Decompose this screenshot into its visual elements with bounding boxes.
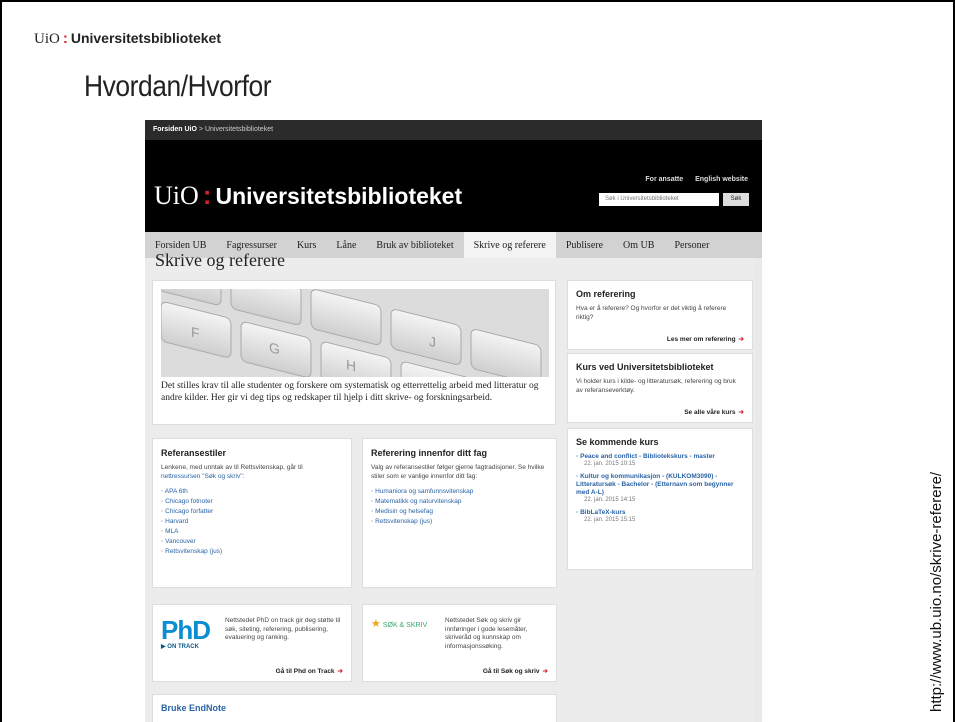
phd-logo-text: PhD xyxy=(161,615,211,645)
breadcrumb-home[interactable]: Forsiden UiO xyxy=(153,126,197,133)
endnote-title[interactable]: Bruke EndNote xyxy=(161,703,548,713)
link-english-website[interactable]: English website xyxy=(695,176,748,183)
list-item[interactable]: Humaniora og samfunnsvitenskap xyxy=(371,487,548,497)
arrow-right-icon: ➔ xyxy=(337,668,343,675)
slide-logo-name: Universitetsbiblioteket xyxy=(70,30,221,46)
slide-title: Hvordan/Hvorfor xyxy=(84,70,272,103)
nav-om-ub[interactable]: Om UB xyxy=(613,232,664,258)
referansestiler-card: Referansestiler Lenkene, med unntak av t… xyxy=(152,438,352,588)
kurs-link-label: Se alle våre kurs xyxy=(684,409,736,416)
nav-skrive-og-referere[interactable]: Skrive og referere xyxy=(463,232,556,258)
course-title: ◦ BibLaTeX-kurs xyxy=(576,509,626,516)
list-item[interactable]: Matematikk og naturvitenskap xyxy=(371,497,548,507)
referering-fag-title: Referering innenfor ditt fag xyxy=(371,448,488,458)
phd-logo[interactable]: PhD ▶ ON TRACK xyxy=(161,615,211,650)
list-item[interactable]: Medisin og helsefag xyxy=(371,507,548,517)
site-logo-colon: : xyxy=(202,180,212,210)
phd-link-label: Gå til Phd on Track xyxy=(275,668,335,675)
om-referering-text: Hva er å referere? Og hvorfor er det vik… xyxy=(576,305,727,321)
sok-logo-text: SØK & SKRIV xyxy=(382,622,428,629)
list-item[interactable]: MLA xyxy=(161,527,343,537)
breadcrumb-separator: > xyxy=(198,126,203,133)
list-item[interactable]: Harvard xyxy=(161,517,343,527)
key-label: J xyxy=(429,334,436,352)
list-item[interactable]: Rettsvitenskap (jus) xyxy=(161,547,343,557)
link-sok-og-skriv[interactable]: nettressursen "Søk og skriv": xyxy=(161,473,244,480)
hero-text: Det stilles krav til alle studenter og f… xyxy=(161,381,539,403)
sok-text: Nettstedet Søk og skriv gir innføringer … xyxy=(445,617,528,650)
nav-lane[interactable]: Låne xyxy=(326,232,366,258)
nav-kurs[interactable]: Kurs xyxy=(287,232,326,258)
course-title: ◦ Peace and conflict - Bibliotekskurs - … xyxy=(576,453,715,460)
key-label: G xyxy=(269,340,280,358)
sok-link-label: Gå til Søk og skriv xyxy=(482,668,540,675)
site-logo[interactable]: UiO: Universitetsbiblioteket xyxy=(154,180,462,211)
referansestiler-list: APA 6th Chicago fotnoter Chicago forfatt… xyxy=(161,487,343,557)
kurs-title: Kurs ved Universitetsbiblioteket xyxy=(576,362,714,372)
endnote-card: Bruke EndNote xyxy=(152,694,557,722)
referering-fag-card: Referering innenfor ditt fag Valg av ref… xyxy=(362,438,557,588)
list-item[interactable]: Chicago forfatter xyxy=(161,507,343,517)
referansestiler-intro: Lenkene, med unntak av til Rettsvitenska… xyxy=(161,464,343,481)
breadcrumb: Forsiden UiO > Universitetsbiblioteket xyxy=(145,120,762,140)
list-item[interactable]: Rettsvitenskap (jus) xyxy=(371,517,548,527)
slide-logo: UiO: Universitetsbiblioteket xyxy=(34,30,221,48)
arrow-right-icon: ➔ xyxy=(738,409,744,416)
nav-personer[interactable]: Personer xyxy=(664,232,719,258)
course-date: 22. jan. 2015 10:15 xyxy=(584,461,636,467)
referering-fag-list: Humaniora og samfunnsvitenskap Matematik… xyxy=(371,487,548,527)
om-referering-title: Om referering xyxy=(576,289,636,299)
kurs-card: Kurs ved Universitetsbiblioteket Vi hold… xyxy=(567,353,753,423)
breadcrumb-current[interactable]: Universitetsbiblioteket xyxy=(205,126,273,133)
slide-logo-colon: : xyxy=(62,30,68,47)
kommende-kurs-title: Se kommende kurs xyxy=(576,437,659,447)
kurs-text: Vi holder kurs i kilde- og litteratursøk… xyxy=(576,378,736,394)
phd-on-track-card: PhD ▶ ON TRACK Nettstedet PhD on track g… xyxy=(152,604,352,682)
website-screenshot: Forsiden UiO > Universitetsbiblioteket U… xyxy=(145,120,762,722)
om-referering-link-label: Les mer om referering xyxy=(666,336,736,343)
course-date: 22. jan. 2015 15:15 xyxy=(584,517,636,523)
search-button[interactable]: Søk xyxy=(723,193,749,206)
course-item[interactable]: ◦ Peace and conflict - Bibliotekskurs - … xyxy=(576,453,744,467)
course-date: 22. jan. 2015 14:15 xyxy=(584,497,636,503)
key-label: H xyxy=(346,357,356,375)
referering-fag-intro: Valg av referansestiler følger gjerne fa… xyxy=(371,464,545,480)
referansestiler-intro-text: Lenkene, med unntak av til Rettsvitenska… xyxy=(161,464,303,471)
arrow-right-icon: ➔ xyxy=(738,336,744,343)
phd-text: Nettstedet PhD on track gir deg støtte t… xyxy=(225,617,341,641)
site-logo-name: Universitetsbiblioteket xyxy=(215,183,463,209)
page-title: Skrive og referere xyxy=(155,250,285,270)
om-referering-link[interactable]: Les mer om referering ➔ xyxy=(667,335,744,343)
kurs-link[interactable]: Se alle våre kurs ➔ xyxy=(684,408,744,416)
nav-publisere[interactable]: Publisere xyxy=(556,232,613,258)
top-links: For ansatte English website xyxy=(635,176,748,183)
site-banner: UiO: Universitetsbiblioteket For ansatte … xyxy=(145,140,762,232)
list-item[interactable]: APA 6th xyxy=(161,487,343,497)
course-item[interactable]: ◦ Kultur og kommunikasjon - (KULKOM3090)… xyxy=(576,473,744,503)
hero-card: F G H J M Det stilles krav til alle stud… xyxy=(152,280,556,425)
star-icon: ★ xyxy=(371,618,381,630)
slide-logo-uio: UiO xyxy=(34,31,60,47)
search-input[interactable]: Søk i Universitetsbiblioteket xyxy=(599,193,719,206)
site-logo-uio: UiO xyxy=(154,181,199,210)
nav-bruk-av-biblioteket[interactable]: Bruk av biblioteket xyxy=(366,232,463,258)
sok-og-skriv-logo[interactable]: ★ SØK & SKRIV xyxy=(371,617,427,630)
course-item[interactable]: ◦ BibLaTeX-kurs 22. jan. 2015 15:15 xyxy=(576,509,744,523)
referansestiler-title: Referansestiler xyxy=(161,448,227,458)
list-item[interactable]: Chicago fotnoter xyxy=(161,497,343,507)
arrow-right-icon: ➔ xyxy=(542,668,548,675)
link-for-ansatte[interactable]: For ansatte xyxy=(645,176,683,183)
sok-link[interactable]: Gå til Søk og skriv ➔ xyxy=(483,667,548,675)
course-title: ◦ Kultur og kommunikasjon - (KULKOM3090)… xyxy=(576,473,734,496)
phd-link[interactable]: Gå til Phd on Track ➔ xyxy=(276,667,343,675)
kommende-kurs-card: Se kommende kurs ◦ Peace and conflict - … xyxy=(567,428,753,570)
om-referering-card: Om referering Hva er å referere? Og hvor… xyxy=(567,280,753,350)
list-item[interactable]: Vancouver xyxy=(161,537,343,547)
sok-og-skriv-card: ★ SØK & SKRIV Nettstedet Søk og skriv gi… xyxy=(362,604,557,682)
side-url: http://www.ub.uio.no/skrive-referere/ xyxy=(928,471,945,712)
keyboard-image: F G H J M xyxy=(161,289,549,377)
key-label: F xyxy=(191,325,200,343)
